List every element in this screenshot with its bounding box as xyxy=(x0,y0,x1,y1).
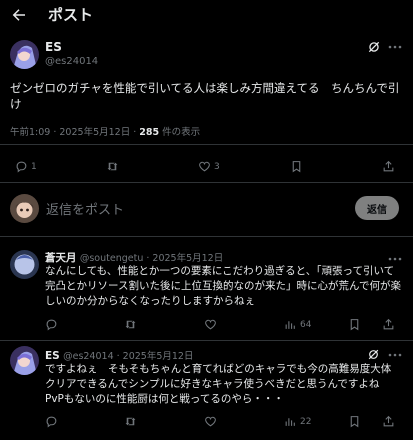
bookmark-button[interactable] xyxy=(348,415,361,428)
post-text: ゼンゼロのガチャを性能で引いてる人は楽しみ方間違えてる ちんちんで引け xyxy=(10,81,400,111)
share-button[interactable] xyxy=(382,415,395,428)
share-icon xyxy=(383,415,394,427)
avatar[interactable] xyxy=(10,346,39,375)
author-handle[interactable]: @es24014 xyxy=(45,56,98,67)
bookmark-icon xyxy=(350,319,359,331)
reply-icon xyxy=(16,161,27,173)
divider xyxy=(0,182,413,183)
reply-icon xyxy=(46,416,57,428)
like-icon xyxy=(205,319,216,330)
bookmark-button[interactable] xyxy=(290,160,303,173)
repost-icon xyxy=(125,320,136,329)
like-button[interactable]: 3 xyxy=(198,160,220,173)
reply-button[interactable] xyxy=(45,318,58,331)
bookmark-icon xyxy=(292,161,301,173)
reply-header: 蒼天月 @soutengetu · 2025年5月12日 xyxy=(45,250,223,265)
share-button[interactable] xyxy=(382,318,395,331)
author-name[interactable]: ES xyxy=(45,40,62,54)
page-title: ポスト xyxy=(48,6,94,24)
bookmark-icon xyxy=(350,416,359,428)
grok-icon[interactable] xyxy=(367,40,381,54)
reply-input[interactable]: 返信をポスト xyxy=(46,199,124,218)
repost-button[interactable] xyxy=(124,318,137,331)
reply-submit-button[interactable]: 返信 xyxy=(355,196,399,220)
view-count: 22 xyxy=(300,416,312,427)
views-icon xyxy=(285,418,295,426)
like-count: 3 xyxy=(214,161,220,172)
divider xyxy=(0,144,413,145)
my-avatar[interactable] xyxy=(10,194,39,223)
like-icon xyxy=(205,416,216,427)
divider xyxy=(0,236,413,237)
back-arrow-icon[interactable] xyxy=(10,6,28,24)
author-handle[interactable]: @es24014 · 2025年5月12日 xyxy=(63,351,193,362)
repost-icon xyxy=(125,417,136,426)
more-icon[interactable] xyxy=(388,256,402,262)
author-handle[interactable]: @soutengetu · 2025年5月12日 xyxy=(80,253,223,264)
reply-icon xyxy=(46,319,57,331)
share-icon xyxy=(383,160,394,172)
author-name[interactable]: ES xyxy=(45,350,60,362)
views-icon xyxy=(285,321,295,329)
post-meta: 午前1:09 · 2025年5月12日 · 285 件の表示 xyxy=(10,124,200,138)
reply-text: なんにしても、性能とか一つの要素にこだわり過ぎると、「頑張って引いて完凸とかリソ… xyxy=(45,265,401,307)
post-time[interactable]: 午前1:09 · 2025年5月12日 · xyxy=(10,127,139,138)
reply-count: 1 xyxy=(31,161,37,172)
like-button[interactable] xyxy=(204,415,217,428)
more-icon[interactable] xyxy=(388,352,402,358)
repost-button[interactable] xyxy=(124,415,137,428)
divider xyxy=(0,340,413,341)
repost-button[interactable] xyxy=(106,160,119,173)
view-label: 件の表示 xyxy=(159,127,201,138)
avatar[interactable] xyxy=(10,40,39,69)
share-icon xyxy=(383,318,394,330)
top-bar: ポスト xyxy=(0,0,413,30)
repost-icon xyxy=(107,162,118,171)
more-icon[interactable] xyxy=(388,44,402,50)
reply-button[interactable]: 1 xyxy=(15,160,37,173)
views-button[interactable]: 22 xyxy=(284,415,311,428)
author-name[interactable]: 蒼天月 xyxy=(45,252,77,264)
like-button[interactable] xyxy=(204,318,217,331)
reply-text: ですよねぇ そもそもちゃんと育てればどのキャラでも今の高難易度大体クリアできるん… xyxy=(45,363,392,405)
like-icon xyxy=(199,161,210,172)
avatar[interactable] xyxy=(10,250,39,279)
bookmark-button[interactable] xyxy=(348,318,361,331)
view-count: 285 xyxy=(139,127,160,138)
reply-button[interactable] xyxy=(45,415,58,428)
views-button[interactable]: 64 xyxy=(284,318,311,331)
grok-icon[interactable] xyxy=(367,348,380,361)
reply-header: ES @es24014 · 2025年5月12日 xyxy=(45,348,193,362)
share-button[interactable] xyxy=(382,160,395,173)
view-count: 64 xyxy=(300,319,312,330)
